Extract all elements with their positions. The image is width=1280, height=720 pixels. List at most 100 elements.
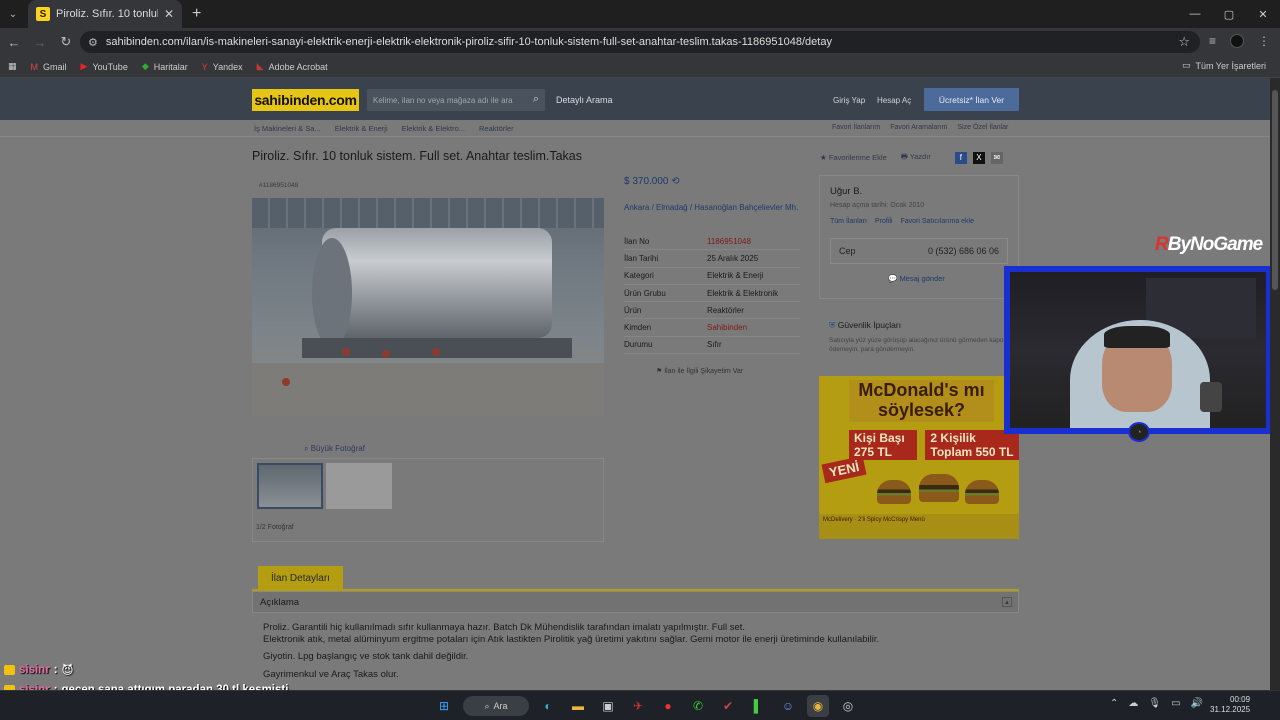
print-button[interactable]: 🖶 Yazdır [901, 151, 931, 164]
minimize-icon[interactable]: — [1178, 0, 1212, 28]
tab-listing-details[interactable]: İlan Detayları [258, 566, 343, 590]
seller-all-ads-link[interactable]: Tüm İlanları [830, 218, 867, 225]
info-row: İlan No 1186951048 [624, 233, 800, 251]
x-icon[interactable]: X [972, 151, 985, 164]
scroll-thumb[interactable] [1272, 90, 1278, 290]
browser-tab[interactable]: S Piroliz. Sıfır. 10 tonluk sistem. F ✕ [28, 0, 182, 28]
info-value[interactable]: Sahibinden [707, 323, 747, 332]
description-line: Elektronik atık, metal alüminyum ergitme… [263, 633, 880, 645]
taskbar-search[interactable]: ⌕ Ara [463, 696, 529, 716]
tray-app-icon[interactable]: ☁ [1128, 698, 1138, 709]
info-row: Ürün Grubu Elektrik & Elektronik [624, 285, 800, 303]
info-value: Sıfır [707, 340, 722, 350]
info-value: 25 Aralık 2025 [707, 253, 759, 263]
breadcrumb-item[interactable]: İş Makineleri & Sa... [254, 124, 321, 133]
site-info-icon[interactable]: ⚙ [88, 36, 98, 49]
page-scrollbar[interactable] [1270, 78, 1280, 690]
discord-icon[interactable]: ☺ [777, 695, 799, 717]
complaint-link[interactable]: ⚑ İlan ile İlgili Şikayetim Var [656, 367, 743, 375]
bookmark-star-icon[interactable]: ☆ [1178, 34, 1190, 50]
collapse-icon[interactable]: ▴ [1002, 597, 1012, 607]
bookmark-gmail[interactable]: M Gmail [31, 62, 67, 72]
reactor-front [312, 238, 352, 348]
back-icon[interactable]: ← [2, 30, 26, 54]
description-body: Proliz. Garantili hiç kullanılmadı sıfır… [263, 622, 1003, 686]
file-explorer-icon[interactable]: ▬ [567, 695, 589, 717]
game-app-icon[interactable]: ✈ [627, 695, 649, 717]
facebook-icon[interactable]: f [954, 151, 967, 164]
detailed-search-link[interactable]: Detaylı Arama [556, 95, 613, 105]
favorite-ads-link[interactable]: Favori İlanlarım [832, 124, 880, 131]
bookmark-youtube[interactable]: ▶ YouTube [81, 61, 128, 72]
add-favorite-button[interactable]: ★ Favorilerime Ekle [820, 153, 887, 162]
all-bookmarks[interactable]: ▭ Tüm Yer İşaretleri [1182, 60, 1266, 71]
chrome-icon[interactable]: ◉ [807, 695, 829, 717]
microphone-icon[interactable]: 🎙 [1148, 698, 1161, 709]
url-field[interactable]: ⚙ sahibinden.com/ilan/is-makineleri-sana… [80, 31, 1200, 53]
clock[interactable]: 00:09 31.12.2025 [1210, 695, 1250, 715]
email-icon[interactable]: ✉ [990, 151, 1003, 164]
media-app-icon[interactable]: ● [657, 695, 679, 717]
menu-icon[interactable]: ⋮ [1258, 34, 1270, 48]
breadcrumb-item[interactable]: Elektrik & Enerji [335, 124, 388, 133]
thumbnail-2[interactable] [326, 463, 392, 509]
app-icon[interactable]: ✔ [717, 695, 739, 717]
breadcrumb-item[interactable]: Reaktörler [479, 124, 514, 133]
thumbnail-strip: 1/2 Fotoğraf [252, 458, 604, 542]
info-value[interactable]: 1186951048 [707, 237, 751, 246]
microphone [1200, 382, 1222, 412]
favorite-searches-link[interactable]: Favori Aramalarım [890, 124, 947, 131]
bookmark-maps[interactable]: ◆ Haritalar [142, 61, 188, 72]
clock-time: 00:09 [1230, 695, 1251, 704]
price-history-icon[interactable]: ⟲ [671, 176, 679, 187]
search-input[interactable]: Kelime, ilan no veya mağaza adı ile ara … [367, 89, 545, 111]
register-link[interactable]: Hesap Aç [877, 96, 911, 105]
login-link[interactable]: Giriş Yap [833, 96, 865, 105]
info-key: Durumu [624, 340, 653, 350]
phone-number[interactable]: 0 (532) 686 06 06 [928, 246, 999, 256]
special-ads-link[interactable]: Size Özel İlanlar [957, 124, 1008, 131]
search-icon[interactable]: ⌕ [533, 93, 539, 106]
send-message-link[interactable]: 💬 Mesaj gönder [888, 274, 945, 283]
edge-icon[interactable]: ◐ [537, 695, 559, 717]
mcdonalds-ad[interactable]: McDonald's mı söylesek? Kişi Başı 275 TL… [819, 376, 1019, 539]
store-icon[interactable]: ▣ [597, 695, 619, 717]
close-window-icon[interactable]: ✕ [1246, 0, 1280, 28]
reload-icon[interactable]: ↻ [54, 30, 78, 54]
whatsapp-icon[interactable]: ✆ [687, 695, 709, 717]
seller-profile-link[interactable]: Profili [875, 218, 893, 225]
seller-favorite-link[interactable]: Favori Satıcılarıma ekle [900, 218, 974, 225]
post-ad-button[interactable]: Ücretsiz* İlan Ver [924, 88, 1019, 111]
windows-start-icon[interactable]: ⊞ [433, 695, 455, 717]
maximize-icon[interactable]: ▢ [1212, 0, 1246, 28]
big-photo-link[interactable]: ⌕ Büyük Fotoğraf [304, 444, 365, 454]
seller-name: Uğur B. [830, 186, 863, 197]
phone-box: Cep 0 (532) 686 06 06 [830, 238, 1008, 264]
obs-icon[interactable]: ◎ [837, 695, 859, 717]
location-district[interactable]: Elmadağ [656, 203, 688, 212]
safety-text: Satıcıyla yüz yüze görüşüp alacağınız ür… [829, 337, 1010, 353]
location-city[interactable]: Ankara [624, 203, 649, 212]
close-tab-icon[interactable]: ✕ [164, 7, 174, 21]
bookmarks-bar: ▦ M Gmail ▶ YouTube ◆ Haritalar Y Yandex ◣ Ad… [0, 56, 1280, 78]
apps-icon[interactable]: ▦ [8, 61, 17, 72]
location-neighborhood[interactable]: Hasanoğlan Bahçelievler Mh. [694, 203, 798, 212]
tray-chevron-icon[interactable]: ⌃ [1110, 698, 1118, 709]
profile-avatar[interactable] [1230, 34, 1244, 48]
tab-search-icon[interactable]: ⌄ [0, 0, 26, 28]
tab-search-list-icon[interactable]: ≡ [1209, 34, 1216, 48]
forward-icon[interactable]: → [28, 30, 52, 54]
volume-icon[interactable]: 🔊 [1191, 698, 1203, 709]
safety-tips: ⛨ Güvenlik İpuçları Satıcıyla yüz yüze g… [819, 308, 1019, 360]
new-tab-icon[interactable]: + [192, 5, 201, 23]
sahibinden-logo[interactable]: sahibinden.com [252, 89, 359, 111]
main-photo[interactable] [252, 198, 604, 416]
thumbnail-1[interactable] [257, 463, 323, 509]
notes-app-icon[interactable]: ▌ [747, 695, 769, 717]
breadcrumb-item[interactable]: Elektrik & Elektro... [402, 124, 465, 133]
network-icon[interactable]: ▭ [1171, 698, 1180, 709]
bookmark-acrobat[interactable]: ◣ Adobe Acrobat [257, 61, 328, 72]
ad-prices: Kişi Başı 275 TL 2 Kişilik Toplam 550 TL [849, 430, 1019, 460]
bookmark-yandex[interactable]: Y Yandex [202, 62, 243, 72]
photo-floor [252, 363, 604, 416]
